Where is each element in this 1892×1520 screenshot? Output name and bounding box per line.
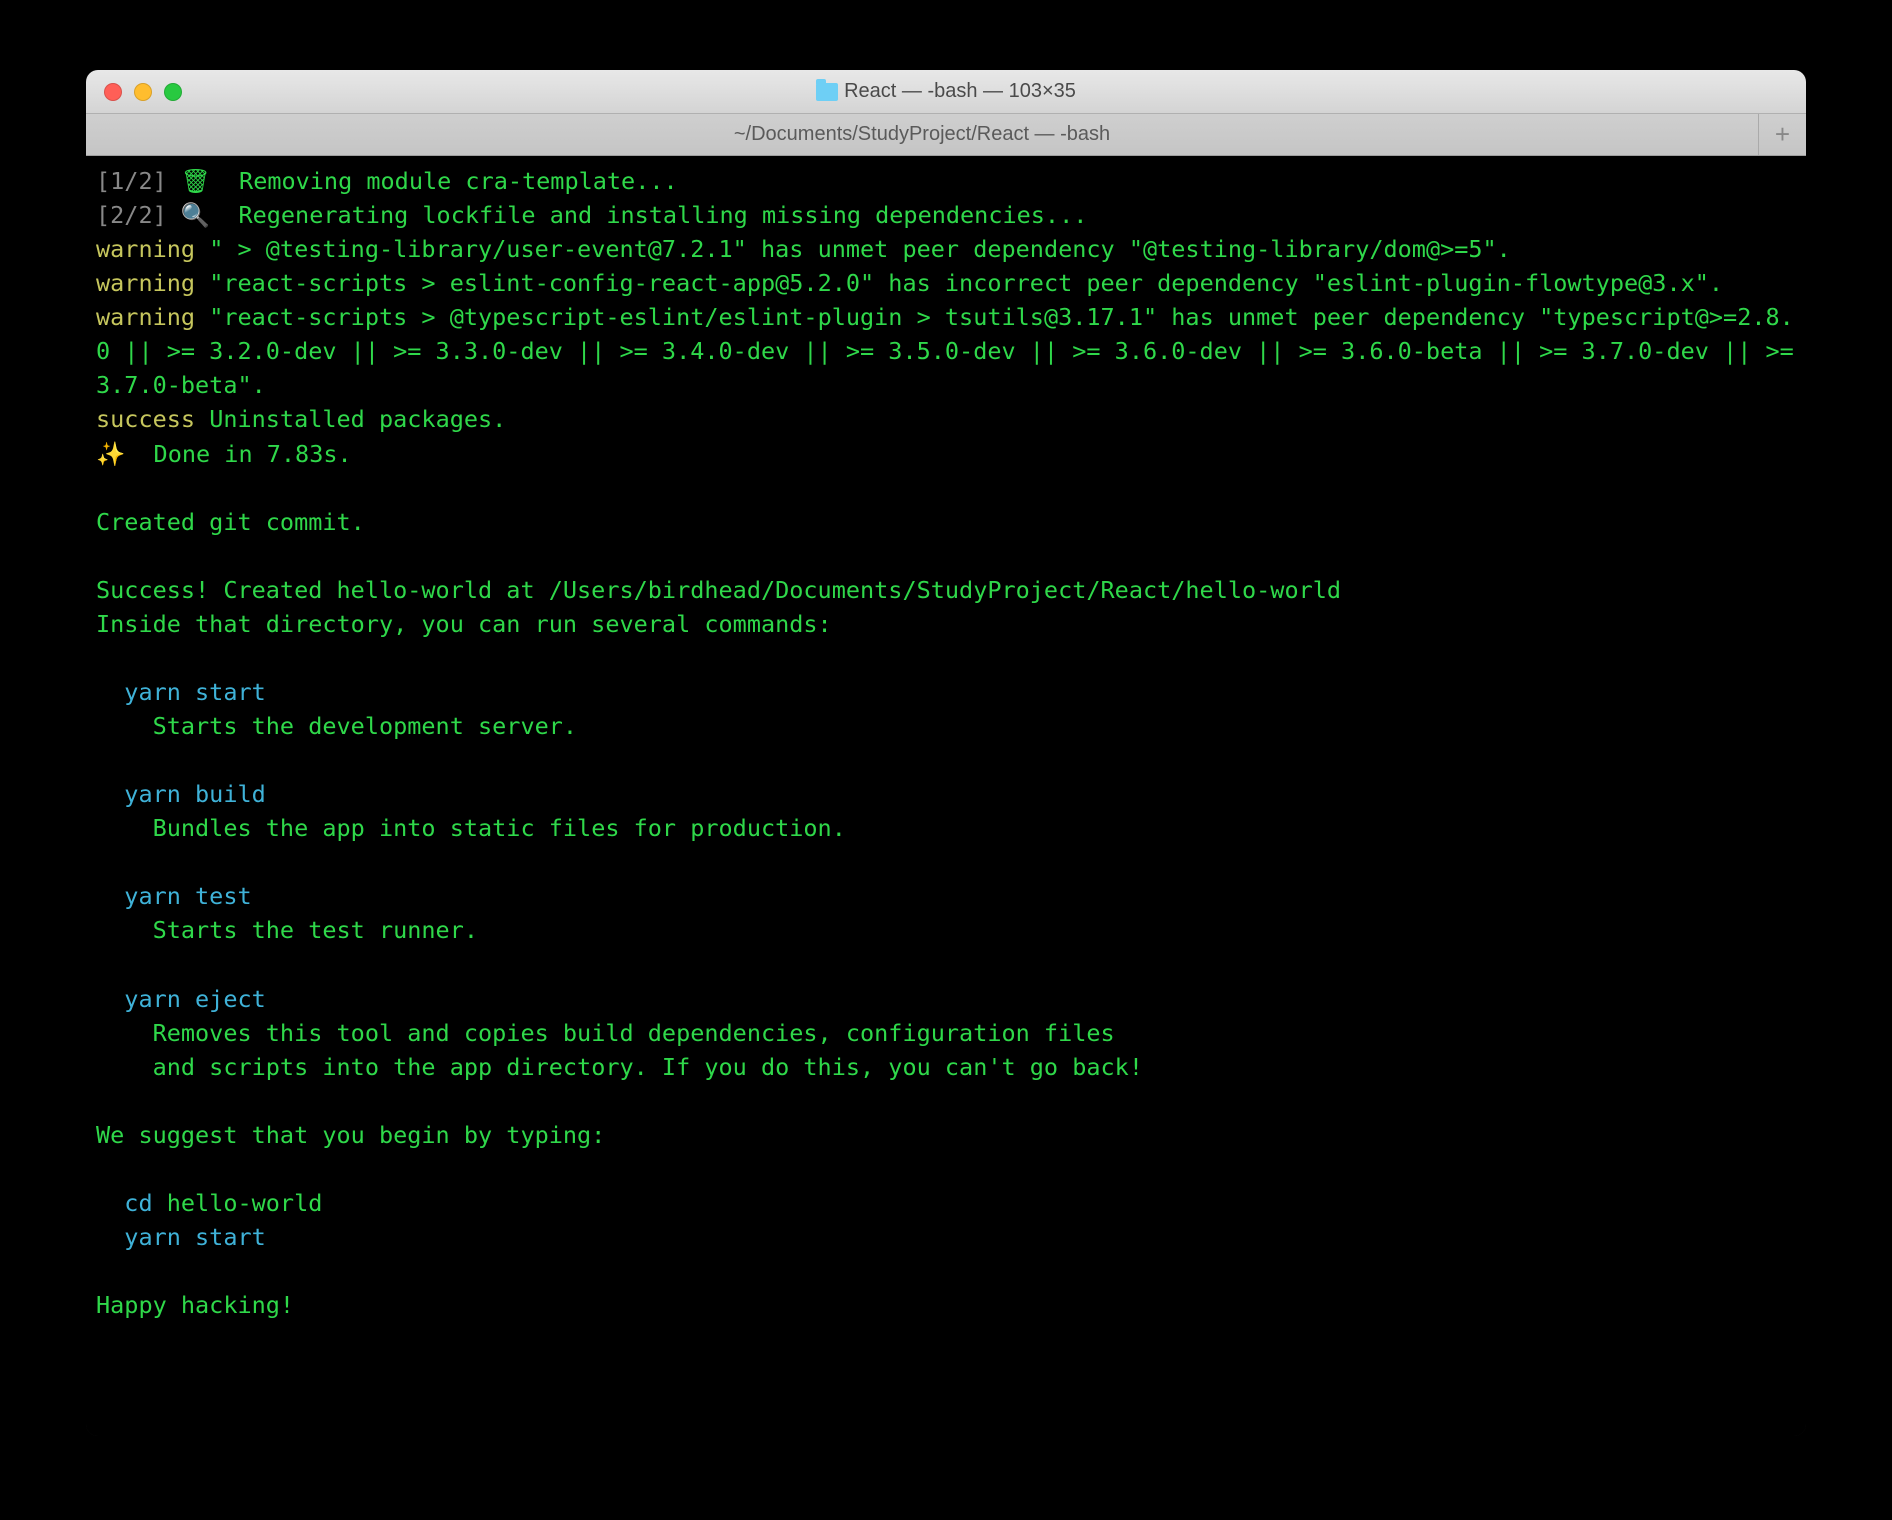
window-title-text: React — -bash — 103×35 <box>844 80 1076 103</box>
warning-label: warning <box>96 235 195 263</box>
warning-3: "react-scripts > @typescript-eslint/esli… <box>96 303 1806 399</box>
warning-1: " > @testing-library/user-event@7.2.1" h… <box>195 235 1511 263</box>
magnify-icon: 🔍 <box>181 201 210 229</box>
tab-active[interactable]: ~/Documents/StudyProject/React — -bash <box>86 114 1758 155</box>
success-created-line: Success! Created hello-world at /Users/b… <box>96 576 1341 604</box>
step-2-label: [2/2] <box>96 201 167 229</box>
happy-hacking: Happy hacking! <box>96 1291 294 1319</box>
terminal-window: React — -bash — 103×35 ~/Documents/Study… <box>86 70 1806 1436</box>
done-text: Done in 7.83s. <box>125 440 351 468</box>
cmd-yarn-start: yarn start <box>124 678 265 706</box>
suggest-line: We suggest that you begin by typing: <box>96 1121 605 1149</box>
plus-icon: + <box>1775 119 1790 150</box>
cmd-yarn-test: yarn test <box>124 882 251 910</box>
warning-label: warning <box>96 303 195 331</box>
inside-dir-line: Inside that directory, you can run sever… <box>96 610 832 638</box>
step-2-text: Regenerating lockfile and installing mis… <box>238 201 1087 229</box>
cmd-yarn-eject: yarn eject <box>124 985 265 1013</box>
step-1-text: Removing module cra-template... <box>239 167 678 195</box>
cmd-yarn-start-desc: Starts the development server. <box>153 712 577 740</box>
window-title: React — -bash — 103×35 <box>86 80 1806 103</box>
new-tab-button[interactable]: + <box>1758 114 1806 155</box>
cmd-yarn-build: yarn build <box>124 780 265 808</box>
traffic-lights <box>86 83 182 101</box>
titlebar[interactable]: React — -bash — 103×35 <box>86 70 1806 114</box>
cd-cmd: cd <box>124 1189 166 1217</box>
success-label: success <box>96 405 195 433</box>
warning-label: warning <box>96 269 195 297</box>
success-text: Uninstalled packages. <box>195 405 506 433</box>
terminal-output[interactable]: [1/2] 🗑 Removing module cra-template... … <box>86 156 1806 1436</box>
tab-label: ~/Documents/StudyProject/React — -bash <box>734 123 1110 146</box>
close-button[interactable] <box>104 83 122 101</box>
warning-2: "react-scripts > eslint-config-react-app… <box>195 269 1723 297</box>
minimize-button[interactable] <box>134 83 152 101</box>
git-commit-line: Created git commit. <box>96 508 365 536</box>
cmd-yarn-build-desc: Bundles the app into static files for pr… <box>153 814 846 842</box>
maximize-button[interactable] <box>164 83 182 101</box>
cd-arg: hello-world <box>167 1189 323 1217</box>
folder-icon <box>816 83 838 101</box>
cmd-yarn-eject-desc-2: and scripts into the app directory. If y… <box>153 1053 1143 1081</box>
sparkles-icon: ✨ <box>96 440 125 468</box>
cmd-yarn-test-desc: Starts the test runner. <box>153 916 478 944</box>
cmd-yarn-eject-desc-1: Removes this tool and copies build depen… <box>153 1019 1115 1047</box>
step-1-label: [1/2] <box>96 167 167 195</box>
tab-bar: ~/Documents/StudyProject/React — -bash + <box>86 114 1806 156</box>
start-cmd: yarn start <box>124 1223 265 1251</box>
trash-icon: 🗑 <box>181 167 211 195</box>
